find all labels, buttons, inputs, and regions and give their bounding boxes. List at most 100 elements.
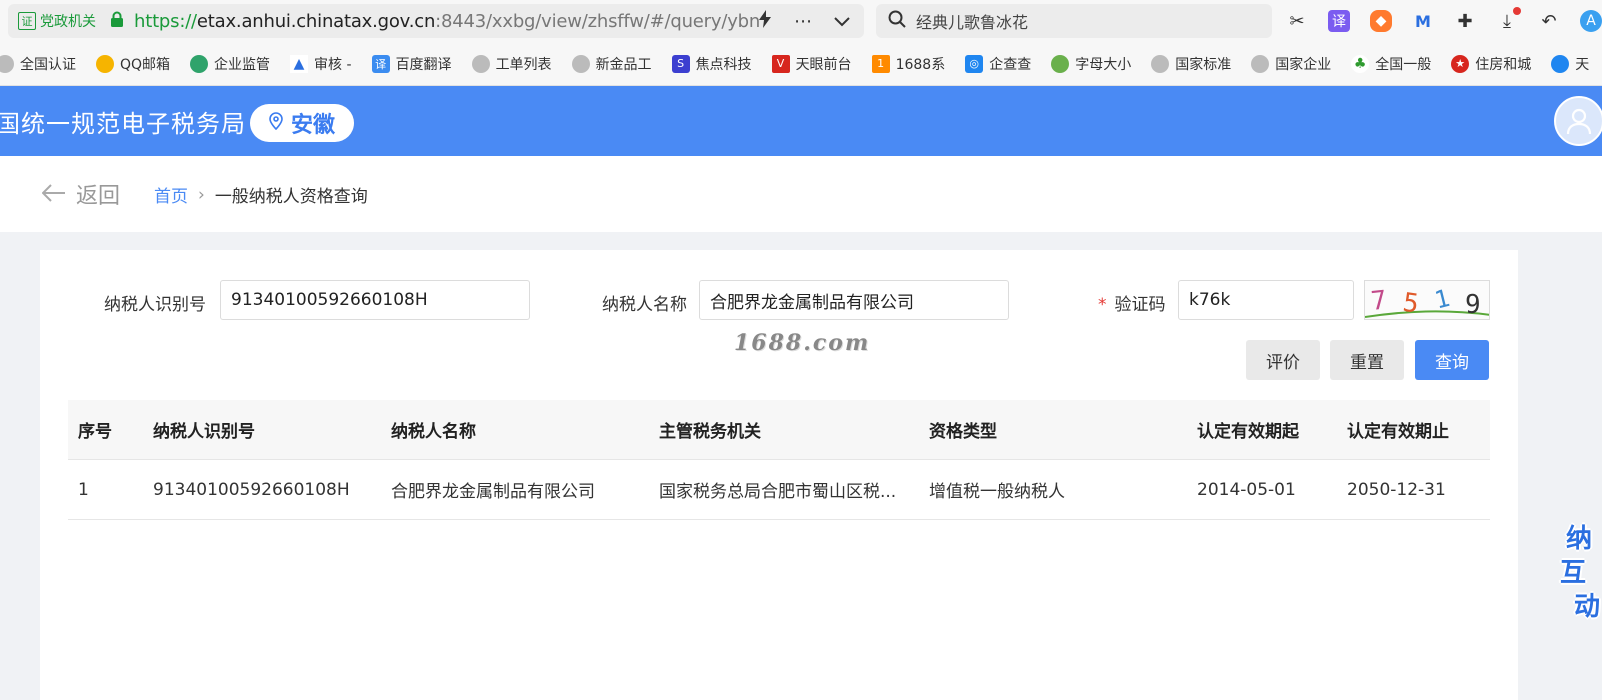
bookmark-item[interactable]: ◎ 企查查 [965,54,1031,74]
captcha-char: 5 [1401,288,1421,320]
cell-tax-authority: 国家税务总局合肥市蜀山区税... [659,482,897,502]
cell-taxpayer-name: 合肥界龙金属制品有限公司 [391,482,595,502]
chevron-right-icon: › [198,184,205,205]
back-button[interactable]: 返回 [41,178,121,210]
breadcrumb-home[interactable]: 首页 [154,182,188,207]
bookmark-item[interactable]: 企业监管 [190,54,270,74]
search-icon [888,10,906,32]
cell-valid-to: 2050-12-31 [1347,479,1446,500]
url-scheme: https:// [134,10,197,32]
focus-icon: S [671,54,690,73]
bookmark-item[interactable]: 1 1688系 [871,54,945,74]
cell-index: 1 [78,479,89,500]
address-bar[interactable]: 证 党政机关 https://etax.anhui.chinatax.gov.c… [8,4,864,38]
bookmark-item[interactable]: 天 [1551,54,1589,74]
bookmark-item[interactable]: ★ 住房和城 [1451,54,1531,74]
certificate-icon: 证 [18,12,36,30]
alibaba-icon: 1 [871,54,890,73]
back-label: 返回 [76,184,121,209]
cell-valid-from: 2014-05-01 [1197,479,1296,500]
more-icon[interactable]: ⋯ [794,11,812,32]
extensions-icon[interactable]: ✚ [1454,10,1476,32]
user-icon [1566,108,1592,135]
interaction-widget[interactable]: 纳 互 动 [1560,500,1602,622]
taxpayer-name-label: 纳税人名称 [602,295,687,315]
notification-dot [1513,7,1521,15]
browser-search-box[interactable]: 经典儿歌鲁冰花 [876,4,1272,38]
user-avatar[interactable] [1554,96,1602,146]
download-icon[interactable]: ⤓ [1496,7,1521,32]
lightning-icon[interactable] [758,10,772,32]
globe-icon [1151,54,1170,73]
url-text[interactable]: https://etax.anhui.chinatax.gov.cn:8443/… [134,11,760,32]
browser-toolbar: 证 党政机关 https://etax.anhui.chinatax.gov.c… [0,0,1602,42]
qichacha-icon: ◎ [965,54,984,73]
captcha-label: * 验证码 [1098,295,1166,315]
bookmark-item[interactable]: 工单列表 [471,54,552,74]
emblem-icon: ★ [1451,54,1470,73]
evaluate-button[interactable]: 评价 [1246,340,1320,380]
widget-char: 动 [1574,592,1601,622]
taxpayer-id-input[interactable] [220,280,530,320]
bookmark-item[interactable]: 国家标准 [1151,54,1231,74]
bookmark-item[interactable]: S 焦点科技 [671,54,752,74]
column-header: 认定有效期止 [1347,422,1449,442]
location-pin-icon [269,112,283,134]
cell-taxpayer-id: 91340100592660108H [153,479,350,500]
table-row[interactable]: 1 91340100592660108H 合肥界龙金属制品有限公司 国家税务总局… [68,460,1490,520]
taxpayer-id-label: 纳税人识别号 [104,295,206,315]
bookmark-item[interactable]: ♣ 全国一般 [1351,54,1431,74]
triangle-icon: ▲ [290,54,309,73]
globe-icon [1251,54,1270,73]
bookmark-item[interactable]: ▲ 审核 - [290,54,352,74]
plant-icon: ♣ [1351,54,1370,73]
reset-button[interactable]: 重置 [1330,340,1404,380]
swirl-icon [190,54,209,73]
globe-icon [0,54,14,73]
breadcrumb-current: 一般纳税人资格查询 [214,187,368,207]
column-header: 纳税人名称 [391,422,476,442]
translate-icon: 译 [371,54,390,73]
bookmark-item[interactable]: 全国认证 [0,54,76,74]
bookmark-item[interactable]: QQ邮箱 [96,54,170,74]
qq-mail-icon [96,54,114,73]
site-badge[interactable]: 证 党政机关 [18,11,96,31]
bookmark-item[interactable]: 译百度翻译 [371,54,452,74]
taxpayer-name-input[interactable] [699,280,1009,320]
query-button[interactable]: 查询 [1415,340,1489,380]
globe-icon [471,54,490,73]
frog-icon [1051,54,1070,73]
breadcrumb: 首页 › 一般纳税人资格查询 [154,182,368,208]
cell-qualification-type: 增值税一般纳税人 [929,482,1065,502]
translate-icon[interactable]: 译 [1328,10,1350,32]
undo-icon[interactable]: ↶ [1538,10,1560,32]
bookmark-item[interactable]: 国家企业 [1251,54,1331,74]
ai-icon[interactable]: M [1412,10,1434,32]
profile-icon[interactable]: A [1580,10,1602,32]
bookmark-item[interactable]: V 天眼前台 [771,54,852,74]
scissors-icon[interactable]: ✂ [1286,10,1308,32]
site-header: 国统一规范电子税务局 安徽 [0,86,1602,156]
watermark: 1688.com [734,330,871,356]
captcha-image[interactable]: 7 5 1 9 [1364,280,1490,320]
captcha-input[interactable] [1178,280,1354,320]
bookmarks-bar: 全国认证 QQ邮箱 企业监管 ▲ 审核 - 译百度翻译 工单列表 新金品工 S 焦点… [0,42,1602,86]
arrow-left-icon [41,180,66,208]
globe-icon [571,54,590,73]
search-text: 经典儿歌鲁冰花 [916,13,1029,32]
widget-char: 纳 [1566,524,1593,554]
breadcrumb-band: 返回 首页 › 一般纳税人资格查询 [0,156,1602,232]
results-table: 序号 纳税人识别号 纳税人名称 主管税务机关 资格类型 认定有效期起 认定有效期… [68,400,1490,520]
bookmark-item[interactable]: 新金品工 [571,54,652,74]
region-selector[interactable]: 安徽 [250,104,354,142]
site-badge-label: 党政机关 [40,14,96,30]
column-header: 认定有效期起 [1197,422,1299,442]
lock-icon [110,11,124,31]
captcha-char: 7 [1369,285,1388,316]
captcha-char: 9 [1465,290,1481,320]
game-icon[interactable]: ◆ [1370,10,1392,32]
query-panel: 纳税人识别号 纳税人名称 *验证码 7 5 1 9 1688.com 评价 重置… [40,250,1518,700]
bookmark-item[interactable]: 字母大小 [1051,54,1131,74]
chevron-down-icon[interactable] [834,12,850,31]
required-mark: * [1098,295,1107,315]
